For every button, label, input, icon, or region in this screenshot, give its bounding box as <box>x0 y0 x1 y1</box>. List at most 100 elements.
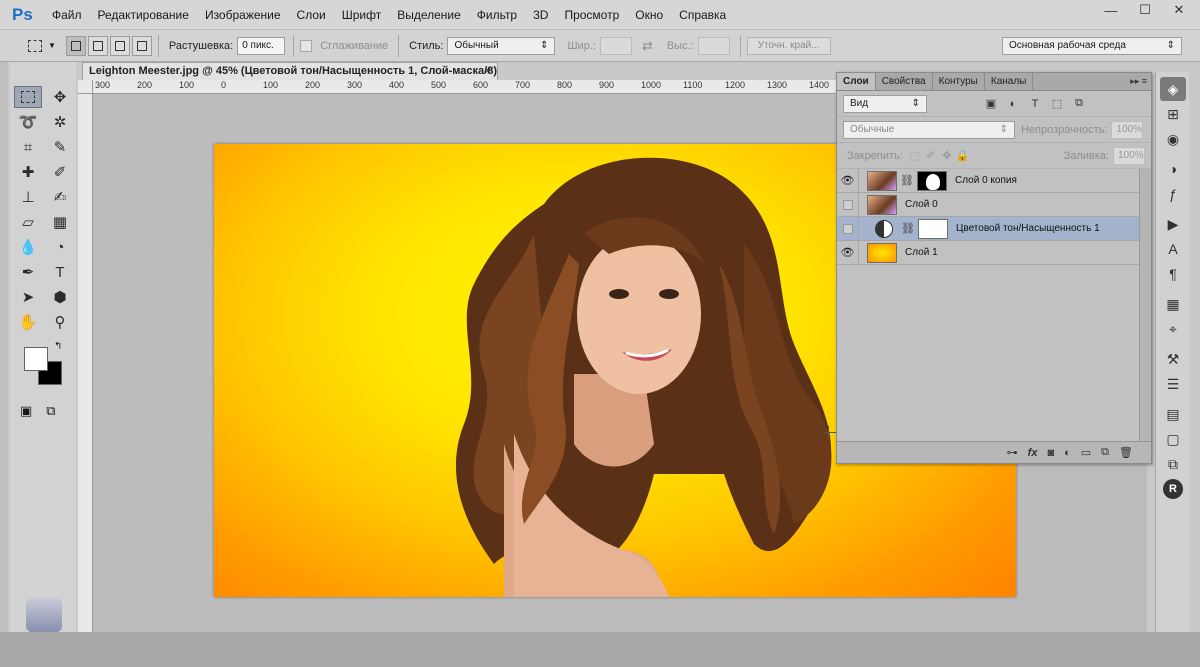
layer-row[interactable]: ⛓ Цветовой тон/Насыщенность 1 <box>837 216 1139 241</box>
width-input[interactable] <box>599 36 632 55</box>
adjustment-icon[interactable]: ◐ <box>1064 447 1071 459</box>
trash-icon[interactable]: 🗑 <box>1119 446 1133 459</box>
notes-icon[interactable]: ▤ <box>1160 402 1186 426</box>
menu-type[interactable]: Шрифт <box>334 0 389 30</box>
type-filter-icon[interactable]: T <box>1027 97 1043 111</box>
link-layers-icon[interactable]: ⊶ <box>1007 446 1018 459</box>
folder-icon[interactable]: ▭ <box>1081 446 1091 459</box>
adjustments-icon[interactable]: ◑ <box>1160 157 1186 181</box>
layer-comps-icon[interactable]: ⧉ <box>1160 452 1186 476</box>
plugin-logo[interactable]: R <box>1160 477 1186 501</box>
history-brush-tool[interactable]: ✍ <box>46 186 74 208</box>
tab-channels[interactable]: Каналы <box>985 73 1034 90</box>
panel-scrollbar[interactable] <box>1139 169 1151 449</box>
height-input[interactable] <box>697 36 730 55</box>
clone-stamp-tool[interactable]: ⊥ <box>14 186 42 208</box>
channels-icon[interactable]: ◉ <box>1160 127 1186 151</box>
visibility-toggle[interactable] <box>837 192 859 217</box>
lock-pixels-icon[interactable]: ⬚ <box>907 149 923 163</box>
menu-filter[interactable]: Фильтр <box>469 0 525 30</box>
crop-tool[interactable]: ⌗ <box>14 136 42 158</box>
sliders-icon[interactable]: ☰ <box>1160 372 1186 396</box>
menu-3d[interactable]: 3D <box>525 0 556 30</box>
menu-window[interactable]: Окно <box>627 0 671 30</box>
tab-properties[interactable]: Свойства <box>876 73 933 90</box>
actions-icon[interactable]: ▶ <box>1160 212 1186 236</box>
filter-kind-select[interactable]: Вид ⇕ <box>843 94 927 113</box>
chevron-down-icon[interactable]: ▼ <box>48 41 56 50</box>
fill-input[interactable]: 100% <box>1113 146 1145 165</box>
lock-move-icon[interactable]: ✥ <box>939 149 955 163</box>
path-selection-tool[interactable]: ➤ <box>14 286 42 308</box>
close-icon[interactable]: × <box>485 63 491 80</box>
layer-row[interactable]: 👁 ⛓ Слой 0 копия <box>837 168 1139 193</box>
panel-menu-icon[interactable]: ▸▸ ≡ <box>1130 73 1147 90</box>
add-selection-button[interactable] <box>87 35 108 56</box>
lasso-tool[interactable]: ➰ <box>14 111 42 133</box>
tab-layers[interactable]: Слои <box>837 73 876 90</box>
visibility-toggle[interactable]: 👁 <box>837 240 859 265</box>
pixel-filter-icon[interactable]: ▣ <box>983 97 999 111</box>
blur-tool[interactable]: 💧 <box>14 236 42 258</box>
brush-tool[interactable]: ✐ <box>46 161 74 183</box>
layer-row[interactable]: 👁 Слой 1 <box>837 240 1139 265</box>
layer-row[interactable]: Слой 0 <box>837 192 1139 217</box>
adjustment-filter-icon[interactable]: ◐ <box>1005 97 1021 111</box>
hand-tool[interactable]: ✋ <box>14 311 42 333</box>
new-selection-button[interactable] <box>65 35 86 56</box>
antialias-checkbox[interactable] <box>300 39 313 52</box>
layers-panel-icon[interactable]: ◈ <box>1160 77 1186 101</box>
navigator-icon[interactable]: ⌖ <box>1160 317 1186 341</box>
rect-marquee-tool[interactable] <box>14 86 42 108</box>
move-tool[interactable]: ✥ <box>46 86 74 108</box>
gradient-tool[interactable]: ▦ <box>46 211 74 233</box>
menu-image[interactable]: Изображение <box>197 0 289 30</box>
close-button[interactable]: ✕ <box>1166 0 1192 20</box>
lock-paint-icon[interactable]: ✐ <box>923 149 939 163</box>
swatches-icon[interactable]: ▦ <box>1160 292 1186 316</box>
minimize-button[interactable]: — <box>1098 0 1124 20</box>
magic-wand-tool[interactable]: ✲ <box>46 111 74 133</box>
eyedropper-tool[interactable]: ✎ <box>46 136 74 158</box>
style-select[interactable]: Обычный ⇕ <box>447 36 556 55</box>
zoom-tool[interactable]: ⚲ <box>46 311 74 333</box>
workspace-select[interactable]: Основная рабочая среда ⇕ <box>1002 36 1182 55</box>
lock-all-icon[interactable]: 🔒 <box>955 149 971 163</box>
tool-presets-icon[interactable]: ⚒ <box>1160 347 1186 371</box>
visibility-toggle[interactable] <box>837 216 859 241</box>
healing-brush-tool[interactable]: ✚ <box>14 161 42 183</box>
document-tab[interactable]: Leighton Meester.jpg @ 45% (Цветовой тон… <box>82 62 498 94</box>
menu-layers[interactable]: Слои <box>289 0 334 30</box>
feather-input[interactable]: 0 пикс. <box>237 36 286 55</box>
blend-mode-select[interactable]: Обычные ⇕ <box>843 120 1015 139</box>
new-layer-icon[interactable]: ⧉ <box>1101 446 1109 459</box>
menu-view[interactable]: Просмотр <box>556 0 627 30</box>
menu-file[interactable]: Файл <box>44 0 90 30</box>
add-mask-icon[interactable]: ◙ <box>1047 447 1054 459</box>
menu-edit[interactable]: Редактирование <box>90 0 197 30</box>
quick-mask-icon[interactable]: ▣ <box>20 403 32 419</box>
foreground-color[interactable] <box>24 347 48 371</box>
history-icon[interactable]: ⊞ <box>1160 102 1186 126</box>
visibility-toggle[interactable]: 👁 <box>837 168 859 193</box>
tab-paths[interactable]: Контуры <box>933 73 985 90</box>
menu-select[interactable]: Выделение <box>389 0 469 30</box>
intersect-selection-button[interactable] <box>131 35 152 56</box>
opacity-input[interactable]: 100% <box>1111 120 1144 139</box>
mask-thumbnail[interactable] <box>916 170 947 191</box>
menu-help[interactable]: Справка <box>671 0 734 30</box>
swap-colors-icon[interactable]: ↰ <box>54 341 62 352</box>
tool-preset-picker[interactable] <box>22 35 48 57</box>
subtract-selection-button[interactable] <box>109 35 130 56</box>
screen-mode-icon[interactable]: ⧉ <box>46 403 55 419</box>
type-tool[interactable]: T <box>46 261 74 283</box>
document-icon[interactable]: ▢ <box>1160 427 1186 451</box>
shape-filter-icon[interactable]: ⬚ <box>1049 97 1065 111</box>
swap-icon[interactable]: ⇄ <box>642 38 653 54</box>
paragraph-icon[interactable]: ¶ <box>1160 262 1186 286</box>
shape-tool[interactable]: ⬢ <box>46 286 74 308</box>
eraser-tool[interactable]: ▱ <box>14 211 42 233</box>
dodge-tool[interactable]: ◔ <box>46 236 74 258</box>
pen-tool[interactable]: ✒ <box>14 261 42 283</box>
mask-thumbnail[interactable] <box>917 218 948 239</box>
